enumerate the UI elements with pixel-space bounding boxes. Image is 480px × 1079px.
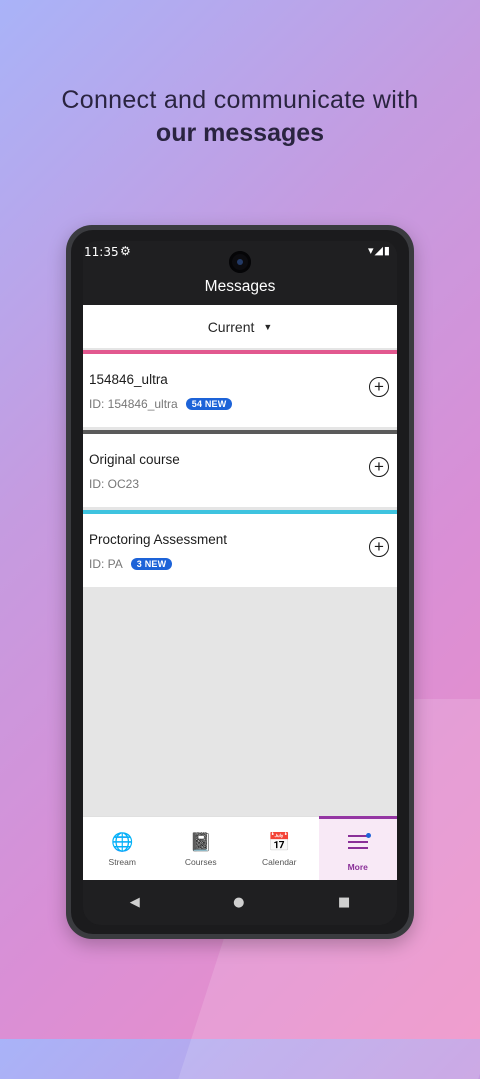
course-name: 154846_ultra [89,372,168,387]
book-icon: 📓 [189,832,212,852]
course-name: Original course [89,452,180,467]
home-icon[interactable]: ● [233,895,244,910]
course-color-bar [83,350,397,354]
course-item-proctoring-assessment[interactable]: Proctoring Assessment ID: PA 3 NEW + [83,510,397,587]
tab-more[interactable]: More [318,816,398,881]
course-id: ID: 154846_ultra [89,397,178,411]
status-time: 11:35 [84,245,119,259]
add-circle-icon[interactable]: + [369,377,389,397]
term-filter-dropdown[interactable]: Current ▼ [83,305,397,348]
system-nav-bar: ◀ ● ■ [83,880,397,925]
course-id-row: ID: PA 3 NEW [89,557,173,571]
tab-courses[interactable]: 📓 Courses [162,817,241,881]
tab-stream[interactable]: 🌐 Stream [83,817,162,881]
menu-icon [319,831,398,858]
bottom-tab-bar: 🌐 Stream 📓 Courses 📅 Calendar More [83,816,397,881]
tab-calendar[interactable]: 📅 Calendar [240,817,319,881]
recents-icon[interactable]: ■ [338,895,350,910]
globe-icon: 🌐 [111,832,134,852]
course-id: ID: PA [89,557,123,571]
course-id-row: ID: 154846_ultra 54 NEW [89,397,233,411]
calendar-icon: 📅 [268,832,291,852]
course-color-bar [83,510,397,514]
promo-line-1: Connect and communicate with [61,86,419,114]
notification-dot [365,833,371,838]
status-icons: ▾◢▮ [367,244,391,257]
promo-headline: Connect and communicate with our message… [0,86,480,148]
filter-label: Current [207,318,255,335]
caret-down-icon: ▼ [263,321,273,332]
course-item-original-course[interactable]: Original course ID: OC23 + [83,430,397,507]
new-count-badge: 3 NEW [130,558,173,570]
camera-hole [229,251,251,273]
phone-screen: 11:35 ⚙ ▾◢▮ Messages Current ▼ 154846_ul… [83,241,397,925]
promo-line-2: our messages [155,119,325,147]
tab-label: More [347,862,368,872]
tab-label: Courses [184,857,217,867]
tab-label: Calendar [262,857,297,867]
tab-label: Stream [108,857,136,867]
messages-content: Current ▼ 154846_ultra ID: 154846_ultra … [83,305,397,816]
course-name: Proctoring Assessment [89,532,228,547]
course-id: ID: OC23 [89,477,140,491]
course-item-154846-ultra[interactable]: 154846_ultra ID: 154846_ultra 54 NEW + [83,350,397,427]
gear-icon: ⚙ [120,244,131,258]
course-id-row: ID: OC23 [89,477,139,491]
add-circle-icon[interactable]: + [369,537,389,557]
new-count-badge: 54 NEW [185,398,233,410]
app-bar-title: Messages [204,278,276,295]
course-color-bar [83,430,397,434]
back-icon[interactable]: ◀ [130,895,140,910]
add-circle-icon[interactable]: + [369,457,389,477]
